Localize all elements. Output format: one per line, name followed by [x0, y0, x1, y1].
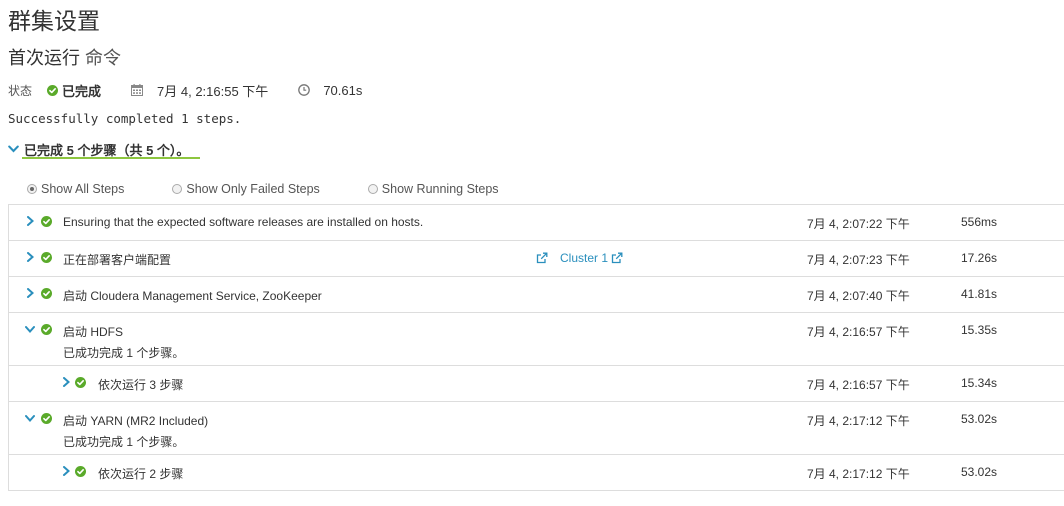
check-circle-icon	[75, 466, 86, 477]
check-circle-icon	[41, 324, 52, 335]
chevron-right-icon[interactable]	[61, 466, 71, 476]
step-duration: 41.81s	[961, 287, 998, 301]
step-duration: 17.26s	[961, 251, 998, 265]
step-detail: 已成功完成 1 个步骤。	[63, 346, 185, 360]
step-name: 启动 YARN (MR2 Included)	[63, 414, 209, 428]
step-filter: Show All Steps Show Only Failed Steps Sh…	[27, 180, 499, 198]
step-name: 依次运行 3 步骤	[98, 378, 184, 392]
result-message: Successfully completed 1 steps.	[8, 111, 242, 126]
substep-row[interactable]: 依次运行 2 步骤 7月 4, 2:17:12 下午 53.02s	[9, 455, 1064, 490]
radio-button[interactable]	[367, 184, 378, 194]
check-circle-icon	[41, 216, 52, 227]
step-name: 启动 Cloudera Management Service, ZooKeepe…	[63, 289, 322, 303]
step-row[interactable]: 启动 HDFS 已成功完成 1 个步骤。 7月 4, 2:16:57 下午 15…	[9, 313, 1064, 366]
step-duration: 556ms	[961, 215, 998, 229]
command-label: 命令	[85, 48, 122, 68]
status-bar: 状态 已完成 7月 4, 2:16:55 下午 70.61s	[8, 81, 362, 99]
chevron-right-icon[interactable]	[25, 288, 35, 298]
chevron-down-icon[interactable]	[25, 324, 35, 334]
filter-label: Show Running Steps	[381, 182, 499, 196]
status-duration: 70.61s	[323, 82, 363, 98]
step-time: 7月 4, 2:07:22 下午	[807, 217, 910, 231]
check-circle-icon	[41, 288, 52, 299]
step-duration: 53.02s	[961, 465, 998, 479]
step-duration: 15.34s	[961, 376, 998, 390]
check-circle-icon	[41, 413, 52, 424]
cluster-link[interactable]: Cluster 1	[560, 251, 608, 265]
step-name: 依次运行 2 步骤	[98, 467, 184, 481]
steps-summary-toggle[interactable]: 已完成 5 个步骤（共 5 个）。	[8, 140, 189, 158]
external-link-icon[interactable]	[536, 252, 548, 264]
radio-button-selected[interactable]	[27, 184, 37, 194]
steps-summary-underline	[22, 157, 200, 159]
status-date: 7月 4, 2:16:55 下午	[157, 83, 269, 99]
step-time: 7月 4, 2:17:12 下午	[807, 414, 910, 428]
status-label: 状态	[8, 83, 33, 98]
filter-all-steps[interactable]: Show All Steps	[27, 182, 124, 196]
step-row[interactable]: 正在部署客户端配置 Cluster 1 7月 4, 2:07:23 下午 17.…	[9, 241, 1064, 277]
chevron-right-icon[interactable]	[25, 252, 35, 262]
step-duration: 53.02s	[961, 412, 998, 426]
step-time: 7月 4, 2:16:57 下午	[807, 325, 910, 339]
chevron-right-icon[interactable]	[25, 216, 35, 226]
step-duration: 15.35s	[961, 323, 998, 337]
external-link-icon[interactable]	[611, 252, 623, 264]
status-badge: 已完成	[47, 81, 101, 100]
steps-summary-text: 已完成 5 个步骤（共 5 个）。	[24, 142, 190, 158]
step-links: Cluster 1	[536, 251, 623, 265]
step-row[interactable]: 启动 Cloudera Management Service, ZooKeepe…	[9, 277, 1064, 313]
step-time: 7月 4, 2:07:40 下午	[807, 289, 910, 303]
chevron-right-icon[interactable]	[61, 377, 71, 387]
calendar-icon	[131, 84, 144, 96]
filter-label: Show Only Failed Steps	[186, 182, 320, 196]
step-name: Ensuring that the expected software rele…	[63, 215, 424, 229]
step-time: 7月 4, 2:07:23 下午	[807, 253, 910, 267]
step-row[interactable]: Ensuring that the expected software rele…	[9, 205, 1064, 241]
command-name: 首次运行	[8, 48, 80, 68]
filter-running-steps[interactable]: Show Running Steps	[367, 182, 499, 196]
check-circle-icon	[41, 252, 52, 263]
chevron-down-icon	[8, 145, 19, 153]
filter-label: Show All Steps	[41, 182, 125, 196]
step-row[interactable]: 启动 YARN (MR2 Included) 已成功完成 1 个步骤。 7月 4…	[9, 402, 1064, 455]
check-circle-icon	[47, 84, 59, 96]
step-name: 启动 HDFS	[63, 325, 124, 339]
filter-failed-steps[interactable]: Show Only Failed Steps	[172, 182, 320, 196]
step-detail: 已成功完成 1 个步骤。	[63, 435, 185, 449]
clock-icon	[298, 84, 311, 96]
step-name: 正在部署客户端配置	[63, 253, 172, 267]
radio-button[interactable]	[172, 184, 183, 194]
chevron-down-icon[interactable]	[25, 413, 35, 423]
command-title: 首次运行 命令	[8, 44, 121, 70]
status-value: 已完成	[62, 83, 102, 99]
step-time: 7月 4, 2:17:12 下午	[807, 467, 910, 481]
check-circle-icon	[75, 377, 86, 388]
steps-table: Ensuring that the expected software rele…	[8, 204, 1064, 491]
page-title: 群集设置	[8, 8, 100, 34]
substep-row[interactable]: 依次运行 3 步骤 7月 4, 2:16:57 下午 15.34s	[9, 366, 1064, 402]
step-time: 7月 4, 2:16:57 下午	[807, 378, 910, 392]
